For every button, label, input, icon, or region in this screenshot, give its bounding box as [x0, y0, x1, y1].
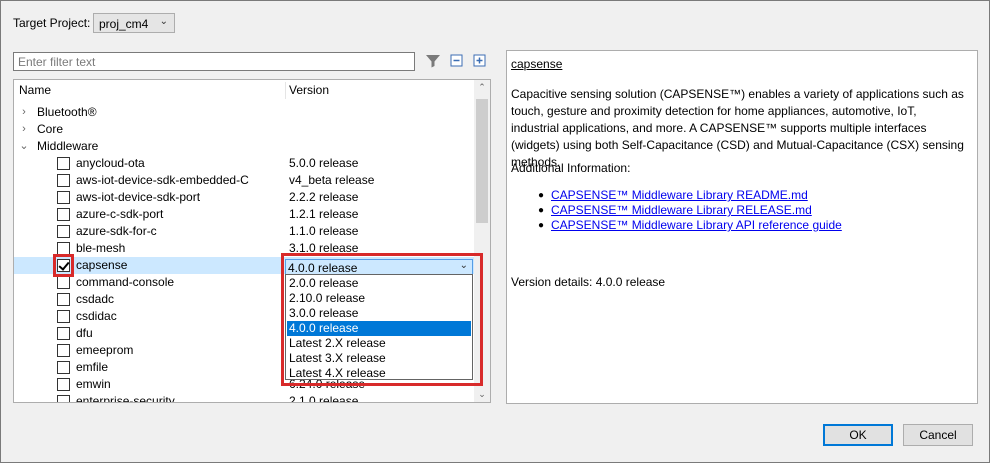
library-checkbox[interactable]: [57, 174, 70, 187]
library-checkbox[interactable]: [57, 191, 70, 204]
collapse-all-icon[interactable]: [449, 53, 465, 69]
table-row[interactable]: aws-iot-device-sdk-port 2.2.2 release: [14, 189, 475, 206]
chevron-down-icon: ⌄: [159, 16, 168, 27]
library-checkbox[interactable]: [57, 344, 70, 357]
chevron-right-icon[interactable]: ›: [19, 104, 29, 121]
bullet-icon: ●: [538, 220, 545, 231]
library-checkbox[interactable]: [57, 327, 70, 340]
library-name: csdidac: [76, 309, 117, 323]
library-name: capsense: [76, 258, 128, 272]
library-name: emeeprom: [76, 343, 134, 357]
description-text: Capacitive sensing solution (CAPSENSE™) …: [511, 87, 964, 169]
chevron-down-icon[interactable]: ⌄: [19, 138, 29, 155]
library-name: command-console: [76, 275, 175, 289]
tree-category-core[interactable]: › Core: [14, 121, 475, 138]
library-version[interactable]: 1.1.0 release: [289, 223, 358, 240]
cancel-button[interactable]: Cancel: [903, 424, 973, 446]
target-project-label: Target Project:: [13, 16, 91, 30]
scroll-down-icon[interactable]: ⌄: [474, 389, 490, 400]
library-name: enterprise-security: [76, 394, 175, 403]
library-name: dfu: [76, 326, 93, 340]
tree-category-bluetooth[interactable]: › Bluetooth®: [14, 104, 475, 121]
api-reference-link[interactable]: CAPSENSE™ Middleware Library API referen…: [551, 218, 842, 232]
library-name: ble-mesh: [76, 241, 126, 255]
category-label: Core: [37, 122, 64, 136]
bullet-icon: ●: [538, 190, 545, 201]
library-name: azure-sdk-for-c: [76, 224, 157, 238]
library-checkbox[interactable]: [57, 361, 70, 374]
table-row[interactable]: azure-sdk-for-c 1.1.0 release: [14, 223, 475, 240]
description-panel: capsense Capacitive sensing solution (CA…: [506, 50, 978, 404]
library-version[interactable]: 2.2.2 release: [289, 189, 358, 206]
dropdown-highlight: [281, 253, 483, 386]
table-row[interactable]: aws-iot-device-sdk-embedded-C v4_beta re…: [14, 172, 475, 189]
scroll-up-icon[interactable]: ⌃: [474, 82, 490, 93]
filter-field[interactable]: [13, 52, 415, 71]
bullet-icon: ●: [538, 205, 545, 216]
description-title: capsense: [511, 57, 563, 71]
checkbox-highlight: [53, 254, 74, 277]
column-header-name[interactable]: Name: [19, 80, 51, 101]
target-project-value: proj_cm4: [99, 17, 149, 31]
filter-input[interactable]: [14, 53, 412, 70]
library-checkbox[interactable]: [57, 276, 70, 289]
library-checkbox[interactable]: [57, 157, 70, 170]
scrollbar-thumb[interactable]: [476, 99, 488, 223]
library-name: aws-iot-device-sdk-embedded-C: [76, 173, 249, 187]
library-checkbox[interactable]: [57, 225, 70, 238]
column-header-version[interactable]: Version: [289, 80, 329, 101]
library-name: azure-c-sdk-port: [76, 207, 164, 221]
library-version[interactable]: 1.2.1 release: [289, 206, 358, 223]
library-checkbox[interactable]: [57, 293, 70, 306]
library-version[interactable]: 2.1.0 release: [289, 393, 358, 402]
category-label: Middleware: [37, 139, 99, 153]
release-link[interactable]: CAPSENSE™ Middleware Library RELEASE.md: [551, 203, 812, 217]
library-name: aws-iot-device-sdk-port: [76, 190, 201, 204]
tree-category-middleware[interactable]: ⌄ Middleware: [14, 138, 475, 155]
library-checkbox[interactable]: [57, 310, 70, 323]
table-row[interactable]: enterprise-security 2.1.0 release: [14, 393, 475, 403]
target-project-select[interactable]: proj_cm4 ⌄: [93, 13, 175, 33]
library-name: csdadc: [76, 292, 115, 306]
library-checkbox[interactable]: [57, 395, 70, 402]
library-checkbox[interactable]: [57, 208, 70, 221]
library-name: emwin: [76, 377, 111, 391]
ok-button[interactable]: OK: [823, 424, 893, 446]
library-version[interactable]: 5.0.0 release: [289, 155, 358, 172]
filter-icon[interactable]: [425, 53, 441, 69]
expand-all-icon[interactable]: [472, 53, 488, 69]
table-row[interactable]: anycloud-ota 5.0.0 release: [14, 155, 475, 172]
readme-link[interactable]: CAPSENSE™ Middleware Library README.md: [551, 188, 808, 202]
chevron-right-icon[interactable]: ›: [19, 121, 29, 138]
category-label: Bluetooth®: [37, 105, 97, 119]
column-divider: [285, 82, 286, 99]
additional-info-label: Additional Information:: [511, 161, 631, 175]
library-checkbox[interactable]: [57, 378, 70, 391]
library-version[interactable]: v4_beta release: [289, 172, 374, 189]
library-name: emfile: [76, 360, 109, 374]
library-name: anycloud-ota: [76, 156, 145, 170]
table-row[interactable]: azure-c-sdk-port 1.2.1 release: [14, 206, 475, 223]
sort-caret-icon: ⌃: [145, 79, 154, 86]
version-details: Version details: 4.0.0 release: [511, 275, 666, 289]
